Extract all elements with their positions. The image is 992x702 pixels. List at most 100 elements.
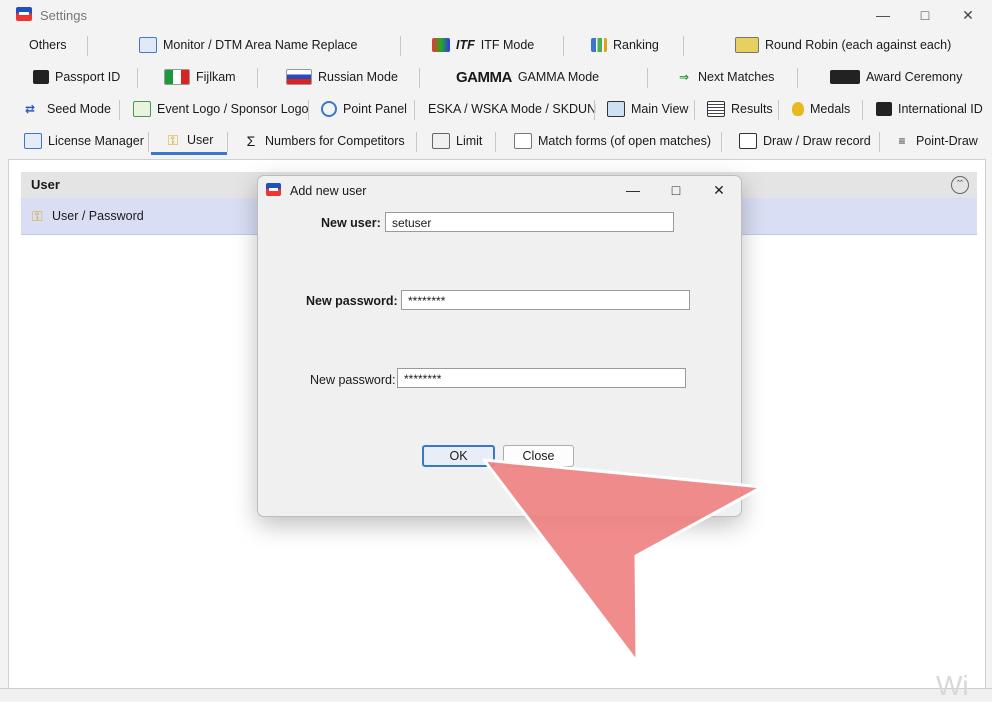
tab-round-robin[interactable]: Round Robin (each against each) <box>735 32 951 58</box>
tab-separator <box>416 132 417 152</box>
tab-point-panel[interactable]: Point Panel <box>321 96 407 122</box>
tab-label: Main View <box>631 102 689 116</box>
tab-separator <box>308 100 309 120</box>
tab-award-ceremony[interactable]: Award Ceremony <box>830 64 962 90</box>
tab-others[interactable]: Others <box>29 32 67 58</box>
new-password-input[interactable]: ******** <box>401 290 690 310</box>
window-icon <box>607 101 625 117</box>
tab-label: Limit <box>456 134 483 148</box>
confirm-password-input[interactable]: ******** <box>397 368 686 388</box>
tab-medals[interactable]: Medals <box>792 96 850 122</box>
dialog-logo <box>266 183 281 196</box>
key-icon: ⚿ <box>32 208 43 224</box>
tab-match-forms[interactable]: Match forms (of open matches) <box>514 128 711 154</box>
id-badge-icon <box>876 102 892 116</box>
ok-button[interactable]: OK <box>422 445 495 467</box>
limit-icon <box>432 133 450 149</box>
tab-label: Point-Draw <box>916 134 978 148</box>
image-icon <box>133 101 151 117</box>
tab-main-view[interactable]: Main View <box>607 96 688 122</box>
user-password-label: User / Password <box>52 209 144 223</box>
tab-label: Seed Mode <box>47 102 111 116</box>
itf-flag-icon <box>432 38 450 52</box>
new-user-input[interactable]: setuser <box>385 212 674 232</box>
tab-label: Award Ceremony <box>866 70 963 84</box>
seed-icon: ⇄ <box>24 102 36 116</box>
key-icon: ⚿ <box>167 132 179 148</box>
tab-separator <box>879 132 880 152</box>
tab-fijlkam[interactable]: Fijlkam <box>164 64 236 90</box>
tab-label: Fijlkam <box>196 70 236 84</box>
tab-numbers-for-competitors[interactable]: Σ Numbers for Competitors <box>243 128 405 154</box>
tab-separator <box>119 100 120 120</box>
tab-russian-mode[interactable]: Russian Mode <box>286 64 398 90</box>
close-icon[interactable]: ✕ <box>953 4 983 26</box>
tab-label: Monitor / DTM Area Name Replace <box>163 38 358 52</box>
tab-separator <box>414 100 415 120</box>
tab-license-manager[interactable]: License Manager <box>24 128 144 154</box>
dialog-maximize-icon[interactable]: □ <box>662 179 690 201</box>
tab-point-draw[interactable]: ≡ Point-Draw <box>894 128 978 154</box>
dialog-title: Add new user <box>290 184 367 198</box>
bar-chart-icon <box>591 38 607 52</box>
minimize-icon[interactable]: — <box>868 4 898 26</box>
tab-international-id[interactable]: International ID <box>876 96 983 122</box>
list-lines-icon: ≡ <box>898 134 906 148</box>
tab-results[interactable]: Results <box>707 96 773 122</box>
podium-icon <box>830 70 860 84</box>
tab-separator <box>647 68 648 88</box>
tab-itf-mode[interactable]: ITF ITF Mode <box>432 32 534 58</box>
tab-label: Point Panel <box>343 102 407 116</box>
tab-event-logo[interactable]: Event Logo / Sponsor Logo <box>133 96 309 122</box>
tab-separator <box>594 100 595 120</box>
id-card-icon <box>33 70 49 84</box>
tab-label: Russian Mode <box>318 70 398 84</box>
dialog-minimize-icon[interactable]: — <box>619 179 647 201</box>
bottom-bar <box>0 688 992 700</box>
user-group-title: User <box>31 177 60 192</box>
tab-row-4: License Manager ⚿ User Σ Numbers for Compe… <box>0 126 992 156</box>
tab-label: User <box>187 133 214 147</box>
tab-limit[interactable]: Limit <box>432 128 482 154</box>
tab-label: License Manager <box>48 134 144 148</box>
close-button[interactable]: Close <box>503 445 574 467</box>
app-logo <box>16 7 32 21</box>
tab-gamma-mode[interactable]: GAMMA GAMMA Mode <box>456 64 599 90</box>
tab-monitor[interactable]: Monitor / DTM Area Name Replace <box>139 32 358 58</box>
tab-separator <box>137 68 138 88</box>
draw-icon <box>739 133 757 149</box>
tab-label: Numbers for Competitors <box>265 134 405 148</box>
tab-separator <box>721 132 722 152</box>
tab-label: Event Logo / Sponsor Logo <box>157 102 309 116</box>
maximize-icon[interactable]: □ <box>910 4 940 26</box>
tab-row-3: ⇄ Seed Mode Event Logo / Sponsor Logo Poi… <box>0 94 992 124</box>
tab-separator <box>862 100 863 120</box>
monitor-icon <box>139 37 157 53</box>
tab-separator <box>419 68 420 88</box>
tab-next-matches[interactable]: ⇒ Next Matches <box>676 64 774 90</box>
collapse-icon[interactable]: ˆˆ <box>951 176 969 194</box>
tab-passport-id[interactable]: Passport ID <box>33 64 120 90</box>
tab-ranking[interactable]: Ranking <box>591 32 659 58</box>
tab-draw-record[interactable]: Draw / Draw record <box>739 128 871 154</box>
dialog-close-icon[interactable]: ✕ <box>705 179 733 201</box>
arrow-right-icon: ⇒ <box>678 70 690 84</box>
tab-label: Draw / Draw record <box>763 134 871 148</box>
tab-separator <box>227 132 228 152</box>
new-password-label: New password: <box>306 294 398 308</box>
tab-separator <box>495 132 496 152</box>
tab-label: Round Robin (each against each) <box>765 38 952 52</box>
list-icon <box>707 101 725 117</box>
tab-eska-wska[interactable]: ESKA / WSKA Mode / SKDUN <box>428 96 596 122</box>
new-user-label: New user: <box>321 216 381 230</box>
tab-label: International ID <box>898 102 983 116</box>
tab-seed-mode[interactable]: ⇄ Seed Mode <box>19 96 111 122</box>
tab-user[interactable]: ⚿ User <box>151 128 228 155</box>
dialog-titlebar: Add new user — □ ✕ <box>258 176 741 204</box>
clock-icon <box>321 101 337 117</box>
group-icon <box>735 37 759 53</box>
window-title: Settings <box>40 8 87 23</box>
tab-label: ITF Mode <box>480 38 535 52</box>
tab-row-1: Others Monitor / DTM Area Name Replace I… <box>0 30 992 60</box>
add-user-dialog: Add new user — □ ✕ New user: setuser New… <box>257 175 742 517</box>
